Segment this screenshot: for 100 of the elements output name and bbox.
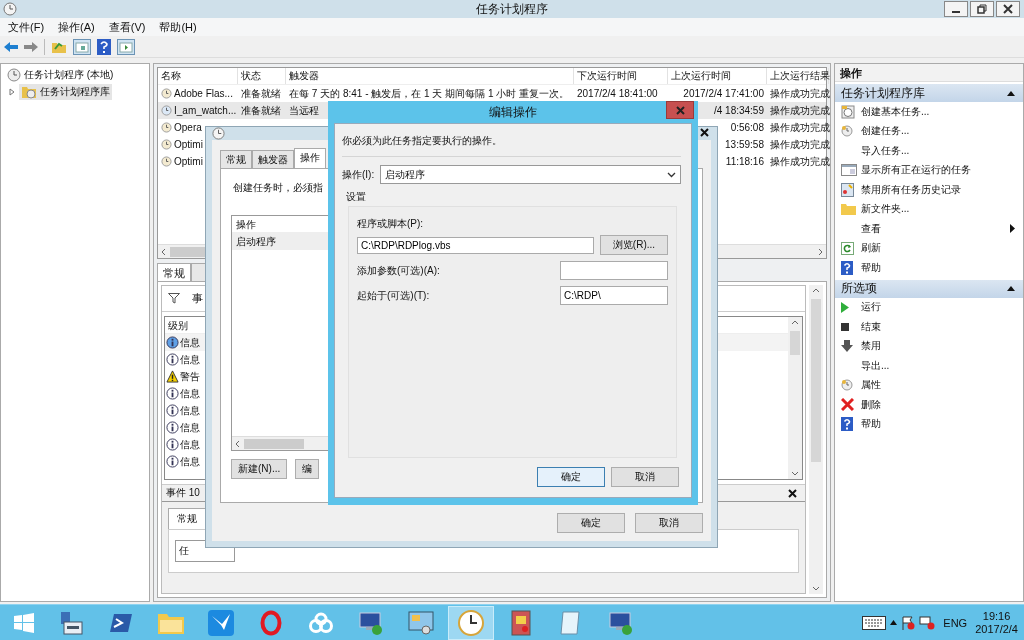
- field-label: 操作(I):: [342, 167, 375, 182]
- close-button[interactable]: [996, 1, 1020, 17]
- clock-icon: [161, 139, 172, 150]
- panel-icon[interactable]: [117, 38, 135, 55]
- language-indicator[interactable]: ENG: [943, 616, 968, 629]
- clock-icon: [3, 2, 17, 16]
- event-level[interactable]: 信息: [180, 403, 200, 418]
- event-level[interactable]: 信息: [180, 437, 200, 452]
- dialog-button[interactable]: 取消: [635, 513, 703, 533]
- action-item[interactable]: 帮助: [861, 260, 881, 275]
- action-item[interactable]: 导出...: [861, 358, 890, 373]
- action-item[interactable]: 删除: [861, 397, 881, 412]
- tab[interactable]: 触发器: [252, 150, 294, 168]
- table-cell: 2017/2/4 18:41:00: [577, 88, 658, 99]
- action-item[interactable]: 结束: [861, 319, 881, 334]
- dialog-button[interactable]: 确定: [557, 513, 625, 533]
- minimize-button[interactable]: [944, 1, 968, 17]
- column-header[interactable]: 名称: [158, 68, 238, 84]
- tree-item[interactable]: 任务计划程序 (本地): [24, 68, 114, 82]
- collapse-arrow-icon[interactable]: [1007, 90, 1015, 96]
- program-field[interactable]: C:\RDP\RDPlog.vbs: [357, 236, 594, 254]
- action-item[interactable]: 创建基本任务...: [861, 104, 930, 119]
- forward-arrow-icon[interactable]: [24, 40, 38, 53]
- filter-icon[interactable]: [168, 293, 180, 304]
- action-item[interactable]: 运行: [861, 300, 881, 315]
- table-cell: I_am_watch...: [174, 105, 237, 116]
- expand-arrow-icon[interactable]: [9, 88, 16, 96]
- terminal-icon: [109, 611, 133, 634]
- minimize-icon: [952, 11, 960, 13]
- info-icon: [166, 438, 179, 451]
- action-item[interactable]: 刷新: [861, 241, 881, 256]
- keyboard-icon[interactable]: [862, 615, 887, 630]
- tab[interactable]: 操作: [294, 148, 326, 168]
- event-level[interactable]: 警告: [180, 369, 200, 384]
- bird-icon: [208, 609, 234, 636]
- section-header[interactable]: 所选项: [841, 280, 877, 297]
- event-level[interactable]: 信息: [180, 420, 200, 435]
- scrollbar-thumb[interactable]: [811, 299, 821, 462]
- window-title: 任务计划程序: [476, 0, 548, 18]
- tab[interactable]: 常规: [168, 508, 206, 529]
- back-arrow-icon[interactable]: [4, 40, 18, 53]
- dialog-button[interactable]: 新建(N)...: [231, 459, 288, 479]
- action-item[interactable]: 查看: [861, 221, 881, 236]
- browse-button[interactable]: 浏览(R)...: [599, 235, 668, 255]
- table-cell: 0:56:08: [730, 122, 764, 133]
- menu-item[interactable]: 文件(F): [8, 19, 45, 35]
- action-dropdown[interactable]: 启动程序: [380, 165, 681, 184]
- scrollbar[interactable]: [809, 285, 823, 594]
- help-icon[interactable]: [97, 38, 111, 55]
- submenu-arrow-icon: [1010, 224, 1015, 234]
- close-icon[interactable]: [788, 488, 797, 498]
- collapse-arrow-icon[interactable]: [1007, 286, 1015, 291]
- table-cell: 2017/2/4 17:41:00: [683, 88, 764, 99]
- scrollbar-thumb[interactable]: [244, 438, 304, 449]
- menu-item[interactable]: 操作(A): [58, 19, 95, 35]
- arguments-field[interactable]: [560, 261, 668, 280]
- action-item[interactable]: 禁用: [861, 339, 881, 354]
- column-header[interactable]: 上次运行结果: [767, 68, 829, 84]
- action-item[interactable]: 禁用所有任务历史记录: [861, 182, 961, 197]
- scrollbar[interactable]: [788, 317, 802, 479]
- action-item[interactable]: 导入任务...: [861, 143, 910, 158]
- menu-item[interactable]: 查看(V): [108, 19, 146, 35]
- close-icon[interactable]: [700, 128, 709, 137]
- clock[interactable]: 19:16 2017/2/4: [975, 609, 1018, 636]
- server-icon: [58, 609, 84, 636]
- folder-icon: [841, 203, 856, 216]
- scrollbar-thumb[interactable]: [790, 331, 800, 355]
- column-header[interactable]: 下次运行时间: [574, 68, 668, 84]
- table-cell: 操作成功完成: [770, 154, 830, 169]
- event-level[interactable]: 信息: [180, 386, 200, 401]
- panel-icon[interactable]: [73, 38, 91, 55]
- action-item[interactable]: 新文件夹...: [861, 202, 910, 217]
- info-icon: [166, 421, 179, 434]
- column-header[interactable]: 状态: [238, 68, 286, 84]
- tab[interactable]: 常规: [157, 263, 191, 281]
- restore-button[interactable]: [970, 1, 994, 17]
- tab[interactable]: 常规: [220, 150, 252, 168]
- action-item[interactable]: 显示所有正在运行的任务: [861, 163, 971, 178]
- dialog-button[interactable]: 编: [295, 459, 320, 479]
- menu-item[interactable]: 帮助(H): [159, 19, 197, 35]
- monitor-icon: [608, 609, 634, 636]
- section-title: 事: [192, 291, 203, 306]
- table-cell: 操作成功完成: [770, 86, 830, 101]
- action-item[interactable]: 属性: [861, 378, 881, 393]
- field-label: 起始于(可选)(T):: [357, 288, 430, 303]
- table-cell: Opera: [174, 122, 202, 133]
- action-item[interactable]: 创建任务...: [861, 124, 910, 139]
- action-item[interactable]: 帮助: [861, 417, 881, 432]
- dialog-button[interactable]: 确定: [537, 467, 605, 487]
- start-in-field[interactable]: C:\RDP\: [560, 286, 668, 305]
- event-level[interactable]: 信息: [180, 335, 200, 350]
- dialog-button[interactable]: 取消: [611, 467, 679, 487]
- flag-icon[interactable]: [901, 615, 916, 630]
- event-level[interactable]: 信息: [180, 352, 200, 367]
- help-icon: [841, 260, 853, 275]
- event-level[interactable]: 信息: [180, 454, 200, 469]
- column-header[interactable]: 上次运行时间: [668, 68, 767, 84]
- column-header[interactable]: 触发器: [286, 68, 574, 84]
- show-hidden-icons-arrow-icon[interactable]: [890, 620, 898, 625]
- network-icon[interactable]: [919, 615, 936, 630]
